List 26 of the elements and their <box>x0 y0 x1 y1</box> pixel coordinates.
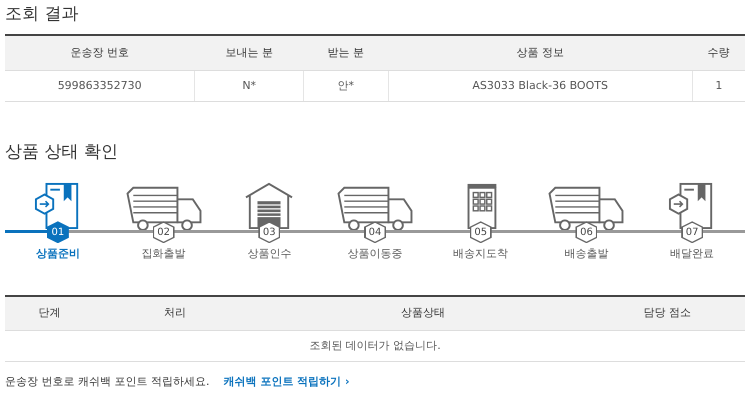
section-title: 상품 상태 확인 <box>5 142 119 162</box>
column-header: 담당 점소 <box>590 296 745 331</box>
step-label: 배달완료 <box>670 246 714 262</box>
section-title: 조회 결과 <box>5 4 80 24</box>
footer-text: 운송장 번호로 캐쉬백 포인트 적립하세요. <box>5 374 210 390</box>
column-header: 받는 분 <box>304 35 388 70</box>
column-header: 보내는 분 <box>194 35 304 70</box>
step-label: 상품이동중 <box>348 246 403 262</box>
table-cell: 599863352730 <box>5 70 195 102</box>
step-label: 배송지도착 <box>453 246 508 262</box>
empty-message: 조회된 데이터가 없습니다. <box>5 330 745 362</box>
column-header: 처리 <box>94 296 257 331</box>
step-label: 집화출발 <box>142 246 186 262</box>
column-header: 운송장 번호 <box>5 35 195 70</box>
table-cell: 안* <box>304 70 388 102</box>
table-cell: N* <box>194 70 304 102</box>
step-label: 배송출발 <box>564 246 608 262</box>
cashback-link[interactable]: 캐쉬백 포인트 적립하기 › <box>223 374 350 391</box>
table-cell: 1 <box>692 70 745 102</box>
step-label: 상품인수 <box>247 246 292 262</box>
column-header: 상품 정보 <box>388 35 692 70</box>
column-header: 상품상태 <box>256 296 590 331</box>
table-cell: AS3033 Black-36 BOOTS <box>388 70 692 102</box>
step-label: 상품준비 <box>36 246 80 262</box>
column-header: 단계 <box>5 296 94 331</box>
column-header: 수량 <box>692 35 745 70</box>
